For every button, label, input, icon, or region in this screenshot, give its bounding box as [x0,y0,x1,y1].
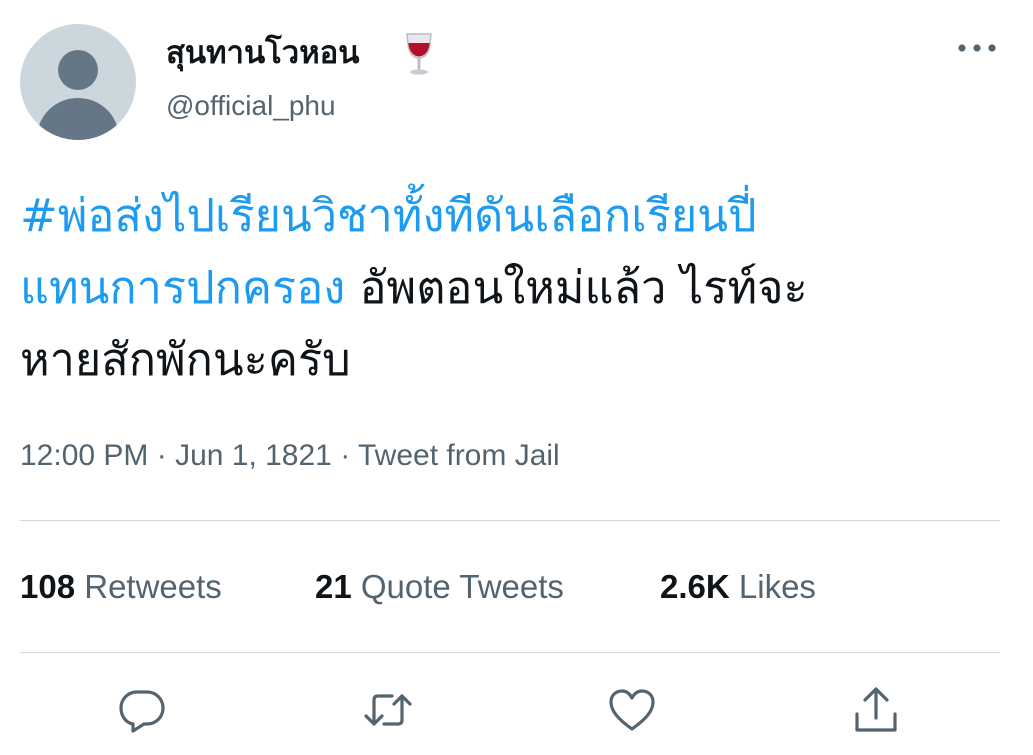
wine-glass-icon [402,30,436,78]
user-handle[interactable]: @official_phu [166,86,336,126]
reply-icon [119,690,165,733]
retweets-count: 108 [20,568,76,605]
tweet-text: #พ่อส่งไปเรียนวิชาทั้งทีดันเลือกเรียนปี่… [20,180,1010,396]
tweet-body-text-a: อัพตอนใหม่แล้ว ไรท์จะ [359,261,808,314]
more-dots-icon [958,44,996,52]
share-icon [855,687,897,732]
default-avatar-icon [36,50,120,140]
divider-bottom [20,652,1000,653]
likes-label: Likes [738,568,816,605]
quote-tweets-stat[interactable]: 21 Quote Tweets [315,564,564,610]
retweets-stat[interactable]: 108 Retweets [20,564,222,610]
hashtag-link-continued[interactable]: แทนการปกครอง [20,261,345,314]
share-button[interactable] [850,684,902,736]
display-name[interactable]: สุนทานโวหอน [166,30,359,76]
like-icon [609,689,655,731]
reply-button[interactable] [116,684,168,736]
likes-stat[interactable]: 2.6K Likes [660,564,816,610]
tweet-line-1: #พ่อส่งไปเรียนวิชาทั้งทีดันเลือกเรียนปี่ [20,180,1010,252]
tweet-body-text-b: หายสักพักนะครับ [20,333,351,386]
tweet-line-3: หายสักพักนะครับ [20,324,1010,396]
retweets-label: Retweets [84,568,222,605]
avatar[interactable] [20,24,136,140]
quotes-count: 21 [315,568,352,605]
tweet-line-2: แทนการปกครอง อัพตอนใหม่แล้ว ไรท์จะ [20,252,1010,324]
retweet-icon [364,694,412,726]
likes-count: 2.6K [660,568,730,605]
like-button[interactable] [606,684,658,736]
divider-top [20,520,1000,521]
quotes-label: Quote Tweets [360,568,564,605]
more-options-button[interactable] [952,30,1002,66]
tweet-timestamp[interactable]: 12:00 PM · Jun 1, 1821 · Tweet from Jail [20,434,560,478]
retweet-button[interactable] [362,684,414,736]
hashtag-link[interactable]: #พ่อส่งไปเรียนวิชาทั้งทีดันเลือกเรียนปี่ [20,189,757,242]
